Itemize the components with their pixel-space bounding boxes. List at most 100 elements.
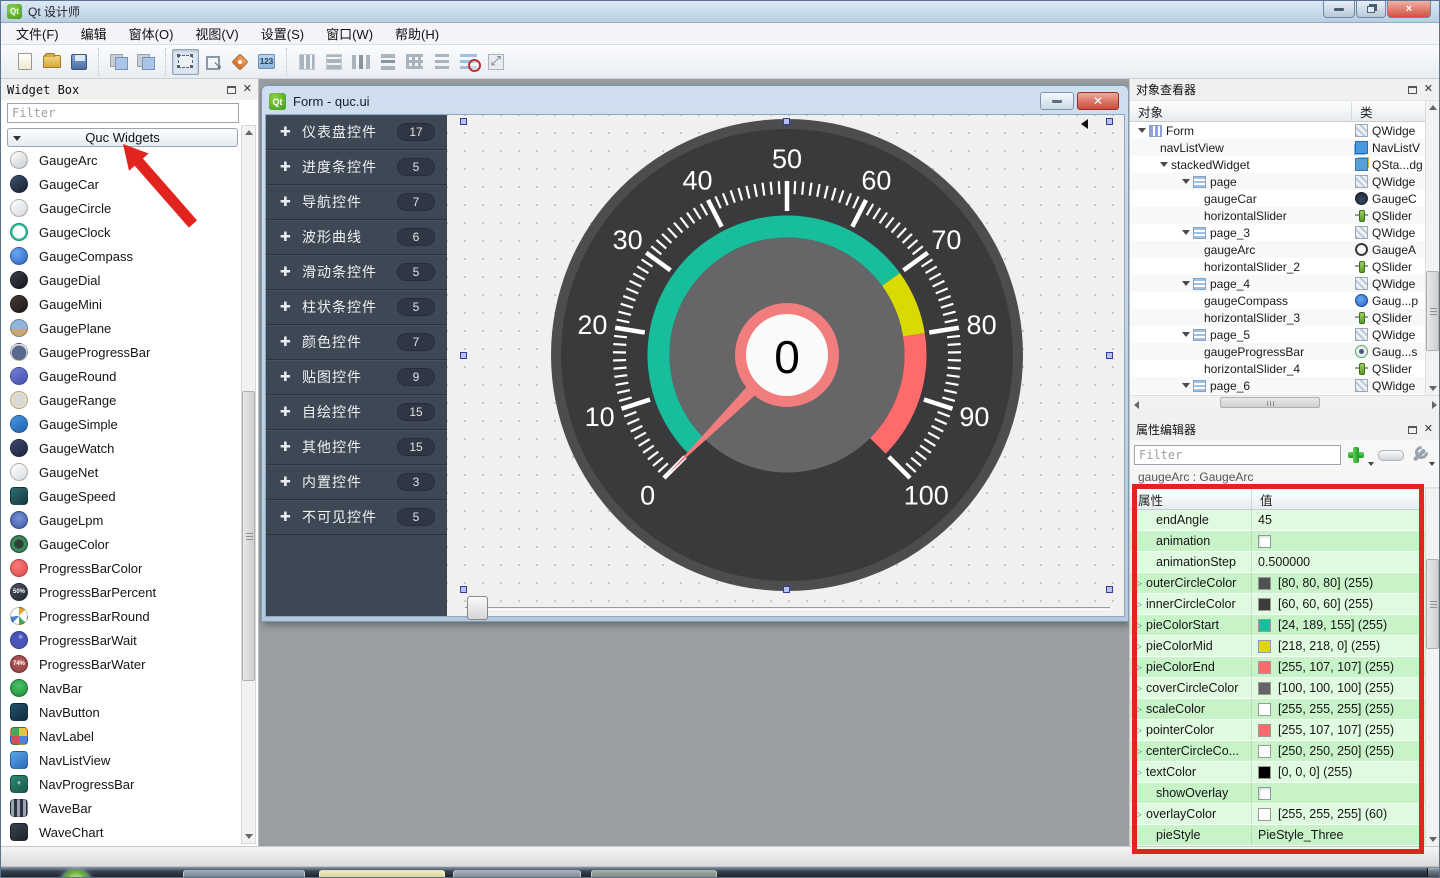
property-value[interactable]: [100, 100, 100] (255) — [1278, 681, 1394, 695]
inspector-vscrollbar[interactable] — [1425, 101, 1439, 395]
layout-vertical-button[interactable] — [320, 49, 347, 75]
widget-item-NavBar[interactable]: NavBar — [1, 676, 258, 700]
expander-icon[interactable]: ▷ — [1135, 641, 1146, 652]
widget-item-NavListView[interactable]: NavListView — [1, 748, 258, 772]
property-row-overlayColor[interactable]: ▷overlayColor[255, 255, 255] (60) — [1130, 804, 1439, 825]
column-property[interactable]: 属性 — [1130, 490, 1252, 509]
expander-icon[interactable] — [1182, 281, 1190, 286]
tree-row-horizontalSlider_4[interactable]: horizontalSlider_4QSlider — [1130, 360, 1439, 377]
property-value[interactable]: 45 — [1258, 513, 1272, 527]
property-value[interactable]: 0.500000 — [1258, 555, 1310, 569]
nav-item-其他控件[interactable]: ✚其他控件15 — [266, 430, 447, 465]
remove-dynamic-property-button[interactable] — [1378, 450, 1403, 461]
tree-row-page_4[interactable]: page_4QWidge — [1130, 275, 1439, 292]
tree-row-page_6[interactable]: page_6QWidge — [1130, 377, 1439, 394]
property-value[interactable]: [218, 218, 0] (255) — [1278, 639, 1380, 653]
column-value[interactable]: 值 — [1252, 490, 1439, 509]
widget-item-GaugeMini[interactable]: GaugeMini — [1, 292, 258, 316]
tree-row-gaugeProgressBar[interactable]: gaugeProgressBarGaug...s — [1130, 343, 1439, 360]
selection-handle[interactable] — [783, 118, 790, 125]
add-dynamic-property-button[interactable] — [1345, 444, 1368, 466]
scroll-down-icon[interactable] — [1426, 833, 1439, 846]
nav-item-仪表盘控件[interactable]: ✚仪表盘控件17 — [266, 115, 447, 150]
expander-icon[interactable] — [1182, 383, 1190, 388]
edit-tab-order-button[interactable]: 123 — [253, 49, 280, 75]
widget-item-GaugeDial[interactable]: GaugeDial — [1, 268, 258, 292]
scrollbar-thumb[interactable] — [1426, 559, 1439, 649]
checkbox-unchecked[interactable] — [1258, 535, 1271, 548]
widget-item-GaugeNet[interactable]: GaugeNet — [1, 460, 258, 484]
widget-item-GaugeCircle[interactable]: GaugeCircle — [1, 196, 258, 220]
show-desktop-button[interactable] — [1427, 868, 1439, 878]
property-row-pointerColor[interactable]: ▷pointerColor[255, 107, 107] (255) — [1130, 720, 1439, 741]
widget-item-GaugeClock[interactable]: GaugeClock — [1, 220, 258, 244]
tree-row-navListView[interactable]: navListViewNavListV — [1130, 139, 1439, 156]
menu-item-帮助H[interactable]: 帮助(H) — [384, 22, 450, 45]
tree-row-Form[interactable]: FormQWidge — [1130, 122, 1439, 139]
copy-back-button[interactable] — [105, 49, 132, 75]
taskbar-button[interactable] — [591, 870, 717, 878]
close-button[interactable]: × — [1387, 1, 1431, 18]
new-form-button[interactable] — [11, 49, 38, 75]
break-layout-button[interactable] — [455, 49, 482, 75]
widget-item-GaugeSimple[interactable]: GaugeSimple — [1, 412, 258, 436]
edit-buddies-button[interactable] — [226, 49, 253, 75]
widget-item-GaugeCompass[interactable]: GaugeCompass — [1, 244, 258, 268]
tree-row-gaugeCompass[interactable]: gaugeCompassGaug...p — [1130, 292, 1439, 309]
expander-icon[interactable] — [1160, 162, 1168, 167]
property-row-outerCircleColor[interactable]: ▷outerCircleColor[80, 80, 80] (255) — [1130, 573, 1439, 594]
property-row-pieColorMid[interactable]: ▷pieColorMid[218, 218, 0] (255) — [1130, 636, 1439, 657]
category-quc-widgets[interactable]: Quc Widgets — [7, 128, 238, 147]
property-value[interactable]: [250, 250, 250] (255) — [1278, 744, 1394, 758]
taskbar-button[interactable] — [453, 870, 581, 878]
expander-icon[interactable]: ▷ — [1135, 704, 1146, 715]
tree-row-stackedWidget[interactable]: stackedWidgetQSta...dg — [1130, 156, 1439, 173]
minimize-button[interactable] — [1323, 1, 1355, 18]
expander-icon[interactable]: ▷ — [1135, 620, 1146, 631]
nav-item-滑动条控件[interactable]: ✚滑动条控件5 — [266, 255, 447, 290]
property-row-showOverlay[interactable]: showOverlay — [1130, 783, 1439, 804]
dock-splitter[interactable] — [1130, 409, 1439, 419]
scrollbar-thumb[interactable] — [242, 391, 255, 681]
form-minimize-button[interactable] — [1040, 92, 1074, 110]
widget-item-WaveChart[interactable]: WaveChart — [1, 820, 258, 844]
nav-item-贴图控件[interactable]: ✚贴图控件9 — [266, 360, 447, 395]
expander-icon[interactable]: ▷ — [1135, 725, 1146, 736]
nav-item-内置控件[interactable]: ✚内置控件3 — [266, 465, 447, 500]
property-value[interactable]: [255, 255, 255] (255) — [1278, 702, 1394, 716]
taskbar-button[interactable] — [319, 870, 445, 878]
menu-item-窗口W[interactable]: 窗口(W) — [315, 22, 384, 45]
menu-item-编辑[interactable]: 编辑 — [70, 22, 118, 45]
tree-row-page_3[interactable]: page_3QWidge — [1130, 224, 1439, 241]
nav-item-自绘控件[interactable]: ✚自绘控件15 — [266, 395, 447, 430]
configure-property-editor-button[interactable] — [1408, 444, 1429, 466]
nav-item-柱状条控件[interactable]: ✚柱状条控件5 — [266, 290, 447, 325]
close-dock-icon[interactable]: ✕ — [243, 84, 252, 95]
scrollbar-thumb[interactable] — [1220, 397, 1320, 408]
expander-icon[interactable]: ▷ — [1135, 599, 1146, 610]
property-value[interactable]: [255, 107, 107] (255) — [1278, 660, 1394, 674]
restore-button[interactable] — [1356, 1, 1386, 18]
tree-row-gaugeArc[interactable]: gaugeArcGaugeA — [1130, 241, 1439, 258]
expander-icon[interactable]: ▷ — [1135, 662, 1146, 673]
column-object[interactable]: 对象 — [1130, 102, 1352, 121]
menu-item-设置S[interactable]: 设置(S) — [250, 22, 315, 45]
widget-item-ProgressBarWait[interactable]: ProgressBarWait — [1, 628, 258, 652]
expander-icon[interactable]: ▷ — [1135, 809, 1146, 820]
layout-v-splitter-button[interactable] — [374, 49, 401, 75]
tree-row-horizontalSlider_2[interactable]: horizontalSlider_2QSlider — [1130, 258, 1439, 275]
menu-item-视图V[interactable]: 视图(V) — [184, 22, 249, 45]
form-close-button[interactable]: ✕ — [1077, 92, 1119, 110]
tree-row-page_5[interactable]: page_5QWidge — [1130, 326, 1439, 343]
scroll-down-icon[interactable] — [1426, 382, 1439, 395]
float-dock-icon[interactable] — [1408, 426, 1417, 434]
widget-item-NavButton[interactable]: NavButton — [1, 700, 258, 724]
tree-row-horizontalSlider_3[interactable]: horizontalSlider_3QSlider — [1130, 309, 1439, 326]
layout-form-button[interactable] — [428, 49, 455, 75]
open-form-button[interactable] — [38, 49, 65, 75]
gauge-widget[interactable]: 01020304050607080901000 — [550, 118, 1024, 592]
property-filter-input[interactable] — [1134, 445, 1341, 465]
scroll-up-icon[interactable] — [242, 126, 255, 139]
tree-row-page[interactable]: pageQWidge — [1130, 173, 1439, 190]
float-dock-icon[interactable] — [227, 86, 236, 94]
